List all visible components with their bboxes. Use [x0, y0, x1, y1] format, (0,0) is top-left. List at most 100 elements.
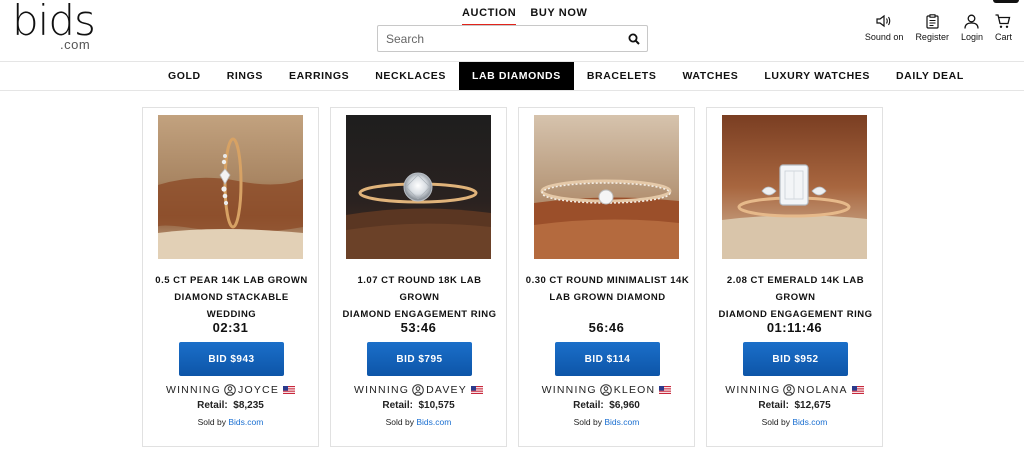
retail-value: $8,235 [233, 400, 264, 411]
logo-wordmark: bids [12, 0, 96, 45]
countdown-timer: 53:46 [400, 320, 437, 335]
product-title-line: 2.08 CT EMERALD 14K LAB GROWN [726, 275, 865, 303]
search-box [377, 25, 648, 52]
sold-by-label: Sold by [197, 417, 226, 427]
product-image[interactable] [722, 115, 867, 259]
product-card: 0.5 CT PEAR 14K LAB GROWN DIAMOND STACKA… [142, 107, 319, 447]
sold-by-label: Sold by [573, 417, 602, 427]
retail-label: Retail: [197, 400, 228, 411]
search-input[interactable] [378, 26, 621, 51]
retail-label: Retail: [382, 400, 413, 411]
bid-button[interactable]: BID $952 [743, 342, 848, 376]
product-title[interactable]: 0.5 CT PEAR 14K LAB GROWN DIAMOND STACKA… [149, 272, 314, 323]
bid-button[interactable]: BID $114 [555, 342, 660, 376]
retail-value: $6,960 [609, 400, 640, 411]
clipboard-icon [926, 12, 939, 30]
bid-button[interactable]: BID $795 [367, 342, 472, 376]
product-title-line: LAB GROWN DIAMOND [549, 292, 666, 303]
nav-item-luxury-watches[interactable]: LUXURY WATCHES [751, 62, 883, 90]
sound-toggle[interactable]: Sound on [864, 12, 904, 42]
winner-name: KLEON [613, 384, 656, 396]
product-title-line: 1.07 CT ROUND 18K LAB GROWN [357, 275, 482, 303]
seller-link[interactable]: Bids.com [792, 417, 827, 427]
countdown-timer: 01:11:46 [766, 320, 823, 335]
sold-by: Sold by Bids.com [331, 417, 506, 427]
retail-price: Retail: $10,575 [331, 400, 506, 411]
sold-by-label: Sold by [761, 417, 790, 427]
product-title[interactable]: 1.07 CT ROUND 18K LAB GROWN DIAMOND ENGA… [337, 272, 502, 323]
product-title[interactable]: 0.30 CT ROUND MINIMALIST 14K LAB GROWN D… [525, 272, 690, 306]
sold-by-label: Sold by [385, 417, 414, 427]
cart-label: Cart [994, 32, 1012, 42]
bids-logo[interactable]: bids .com [12, 0, 96, 52]
retail-value: $10,575 [418, 400, 455, 411]
nav-item-rings[interactable]: RINGS [214, 62, 276, 90]
retail-value: $12,675 [794, 400, 831, 411]
nav-item-watches[interactable]: WATCHES [669, 62, 751, 90]
retail-label: Retail: [573, 400, 604, 411]
top-edge-tab [993, 0, 1019, 3]
product-title-line: 0.30 CT ROUND MINIMALIST 14K [525, 275, 690, 286]
site-header: bids .com AUCTION BUY NOW Sound on Regis… [0, 0, 1024, 62]
countdown-timer: 56:46 [588, 320, 625, 335]
seller-link[interactable]: Bids.com [228, 417, 263, 427]
nav-item-daily-deal[interactable]: DAILY DEAL [883, 62, 977, 90]
cart-link[interactable]: Cart [995, 12, 1012, 42]
product-card: 2.08 CT EMERALD 14K LAB GROWN DIAMOND EN… [706, 107, 883, 447]
winner-name: NOLANA [797, 384, 848, 396]
utility-nav: Sound on Register Login Cart [853, 12, 1012, 42]
sold-by: Sold by Bids.com [143, 417, 318, 427]
bid-button[interactable]: BID $943 [179, 342, 284, 376]
user-circle-icon [412, 384, 424, 396]
us-flag-icon [470, 386, 483, 394]
speaker-icon [876, 12, 892, 30]
seller-link[interactable]: Bids.com [416, 417, 451, 427]
winning-bidder: WINNING NOLANA [707, 384, 882, 396]
winning-bidder: WINNING DAVEY [331, 384, 506, 396]
winning-bidder: WINNING JOYCE [143, 384, 318, 396]
mode-tabs: AUCTION BUY NOW [462, 7, 587, 26]
sound-label: Sound on [864, 32, 904, 42]
register-link[interactable]: Register [915, 12, 949, 42]
retail-price: Retail: $12,675 [707, 400, 882, 411]
us-flag-icon [283, 386, 296, 394]
sold-by: Sold by Bids.com [707, 417, 882, 427]
us-flag-icon [659, 386, 672, 394]
nav-item-gold[interactable]: GOLD [155, 62, 214, 90]
tab-auction[interactable]: AUCTION [462, 7, 517, 26]
logo-domain: .com [60, 37, 91, 52]
us-flag-icon [851, 386, 864, 394]
login-link[interactable]: Login [961, 12, 983, 42]
user-circle-icon [599, 384, 612, 396]
tab-buy-now[interactable]: BUY NOW [530, 7, 587, 26]
seller-link[interactable]: Bids.com [604, 417, 639, 427]
product-card: 1.07 CT ROUND 18K LAB GROWN DIAMOND ENGA… [330, 107, 507, 447]
product-image[interactable] [346, 115, 491, 259]
product-image[interactable] [534, 115, 679, 259]
nav-item-earrings[interactable]: EARRINGS [276, 62, 362, 90]
product-title-line: 0.5 CT PEAR 14K LAB GROWN [155, 275, 308, 286]
countdown-timer: 02:31 [212, 320, 249, 335]
search-icon[interactable] [621, 26, 647, 51]
winning-label: WINNING [725, 384, 781, 396]
winner-name: JOYCE [238, 384, 280, 396]
winning-label: WINNING [165, 384, 222, 396]
winning-bidder: WINNING KLEON [519, 384, 694, 396]
product-title-line: DIAMOND STACKABLE WEDDING [174, 292, 289, 320]
category-nav: GOLD RINGS EARRINGS NECKLACES LAB DIAMON… [0, 61, 1024, 91]
winner-name: DAVEY [426, 384, 467, 396]
cart-icon [995, 12, 1011, 30]
winning-label: WINNING [541, 384, 597, 396]
product-card: 0.30 CT ROUND MINIMALIST 14K LAB GROWN D… [518, 107, 695, 447]
nav-item-lab-diamonds[interactable]: LAB DIAMONDS [458, 62, 574, 90]
retail-price: Retail: $6,960 [519, 400, 694, 411]
user-circle-icon [224, 384, 236, 396]
product-title[interactable]: 2.08 CT EMERALD 14K LAB GROWN DIAMOND EN… [713, 272, 878, 323]
user-icon [964, 12, 980, 30]
nav-item-necklaces[interactable]: NECKLACES [362, 62, 459, 90]
sold-by: Sold by Bids.com [519, 417, 694, 427]
product-image[interactable] [158, 115, 303, 259]
nav-item-bracelets[interactable]: BRACELETS [574, 62, 670, 90]
login-label: Login [960, 32, 983, 42]
register-label: Register [915, 32, 949, 42]
